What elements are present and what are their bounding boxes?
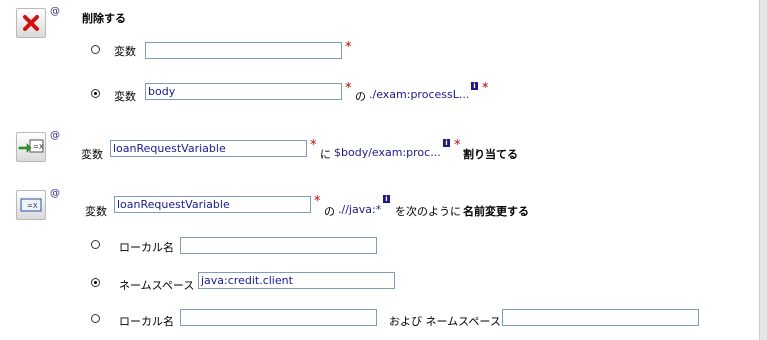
- namespace-field[interactable]: java:credit.client: [198, 272, 395, 289]
- delete-variable-field-2[interactable]: body: [145, 83, 342, 100]
- namespace-label: ネームスペース: [119, 279, 195, 292]
- rename-radio-namespace[interactable]: [91, 278, 100, 287]
- delete-variable-label-2: 変数: [114, 90, 136, 103]
- info-icon[interactable]: i: [443, 139, 450, 147]
- required-marker: *: [482, 81, 489, 96]
- delete-button[interactable]: [16, 8, 46, 38]
- at-symbol: @: [50, 188, 60, 199]
- delete-xpath-link[interactable]: ./exam:processL...: [369, 88, 469, 101]
- rename-radio-both[interactable]: [91, 314, 100, 323]
- rename-action: 名前変更する: [463, 205, 529, 218]
- and-namespace-label: および ネームスペース: [389, 315, 501, 328]
- rename-radio-local[interactable]: [91, 240, 100, 249]
- of-text: の: [355, 90, 366, 103]
- namespace-field-2[interactable]: [502, 309, 699, 326]
- delete-x-icon: [23, 15, 39, 31]
- vertical-scrollbar[interactable]: [759, 0, 767, 340]
- of-text: の: [324, 205, 335, 218]
- rename-text-prefix: を次のように: [395, 205, 461, 218]
- at-symbol: @: [50, 6, 60, 17]
- assign-arrow-icon: =X: [18, 139, 44, 153]
- rename-xpath-link[interactable]: .//java:*: [338, 203, 381, 216]
- delete-variable-label-1: 変数: [114, 45, 136, 58]
- info-icon[interactable]: i: [383, 195, 390, 203]
- assign-button[interactable]: =X: [16, 132, 46, 162]
- ni-text: に: [320, 148, 331, 161]
- local-name-field-2[interactable]: [180, 309, 377, 326]
- info-icon[interactable]: i: [471, 82, 478, 90]
- delete-variable-field-1[interactable]: [145, 42, 342, 59]
- at-symbol: @: [50, 130, 60, 141]
- required-marker: *: [314, 194, 321, 209]
- local-name-field[interactable]: [180, 237, 377, 254]
- delete-radio-1[interactable]: [91, 45, 100, 54]
- local-name-label: ローカル名: [119, 241, 174, 254]
- delete-title: 削除する: [82, 12, 126, 25]
- required-marker: *: [454, 138, 461, 153]
- svg-text:=X: =X: [33, 143, 44, 151]
- required-marker: *: [310, 138, 317, 153]
- rename-variable-field[interactable]: loanRequestVariable: [114, 196, 311, 213]
- assign-xpath-link[interactable]: $body/exam:proc...: [334, 146, 441, 159]
- assign-action: 割り当てる: [463, 148, 518, 161]
- delete-radio-2[interactable]: [91, 89, 100, 98]
- required-marker: *: [345, 81, 352, 96]
- svg-text:=X: =X: [27, 202, 38, 210]
- rename-field-icon: =X: [20, 198, 42, 212]
- required-marker: *: [345, 40, 352, 55]
- local-name-label-2: ローカル名: [119, 315, 174, 328]
- rename-variable-label: 変数: [85, 205, 107, 218]
- assign-variable-field[interactable]: loanRequestVariable: [110, 140, 307, 157]
- assign-variable-label: 変数: [81, 148, 103, 161]
- rename-button[interactable]: =X: [16, 190, 46, 220]
